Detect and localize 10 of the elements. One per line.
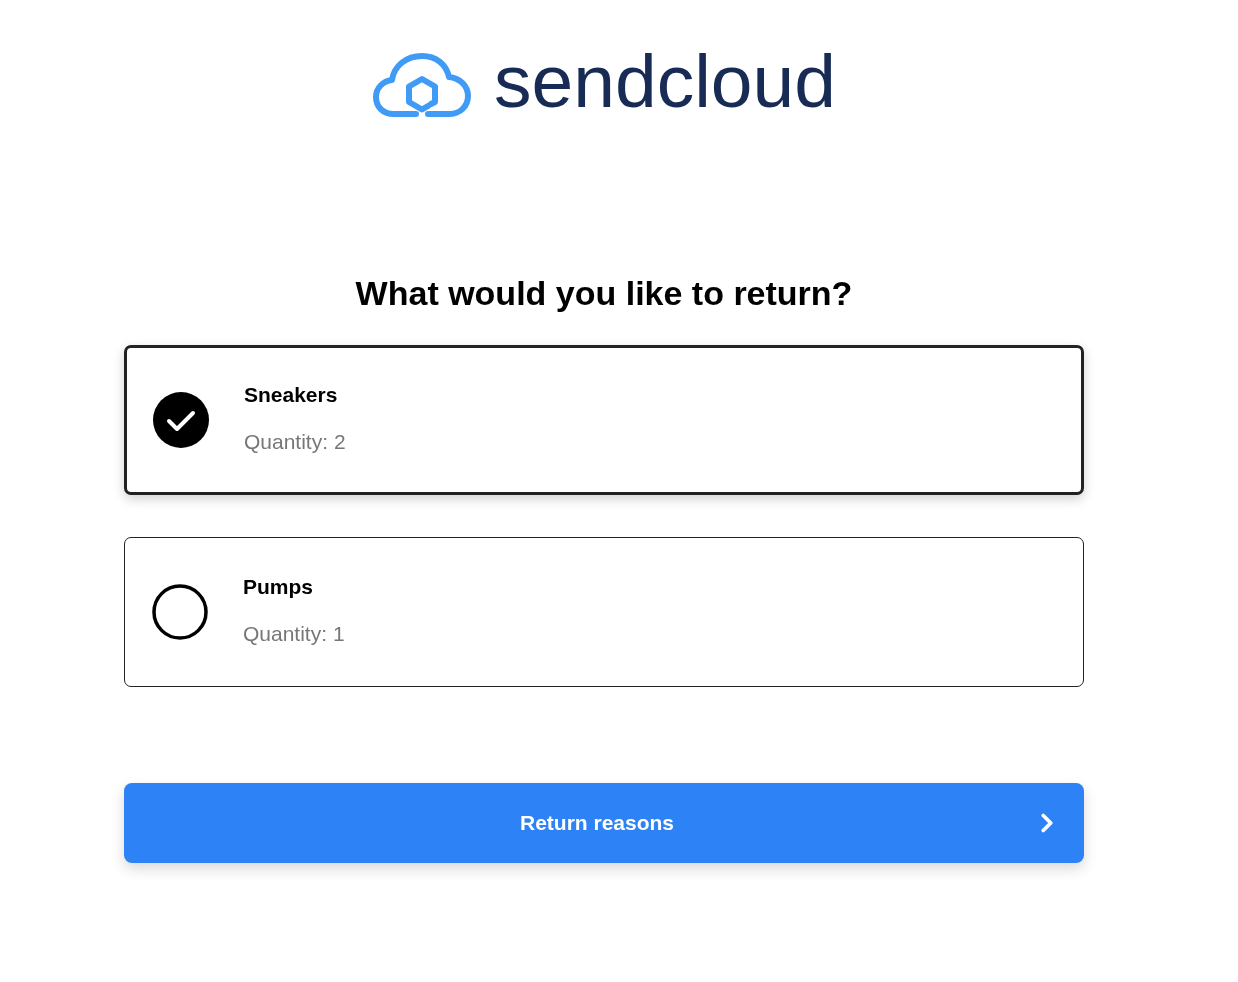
return-reasons-button[interactable]: Return reasons: [124, 782, 1084, 863]
item-name: Sneakers: [244, 383, 339, 405]
cloud-logo-icon: [372, 50, 473, 120]
return-item-option[interactable]: Pumps Quantity: 1: [124, 536, 1084, 687]
item-quantity: Quantity: 1: [243, 622, 345, 644]
item-name: Pumps: [243, 575, 314, 597]
item-quantity: Quantity: 2: [244, 430, 346, 452]
return-item-option[interactable]: Sneakers Quantity: 2: [124, 344, 1084, 495]
logo-wordmark: sendcloud: [494, 43, 836, 119]
page-heading: What would you like to return?: [355, 273, 853, 314]
